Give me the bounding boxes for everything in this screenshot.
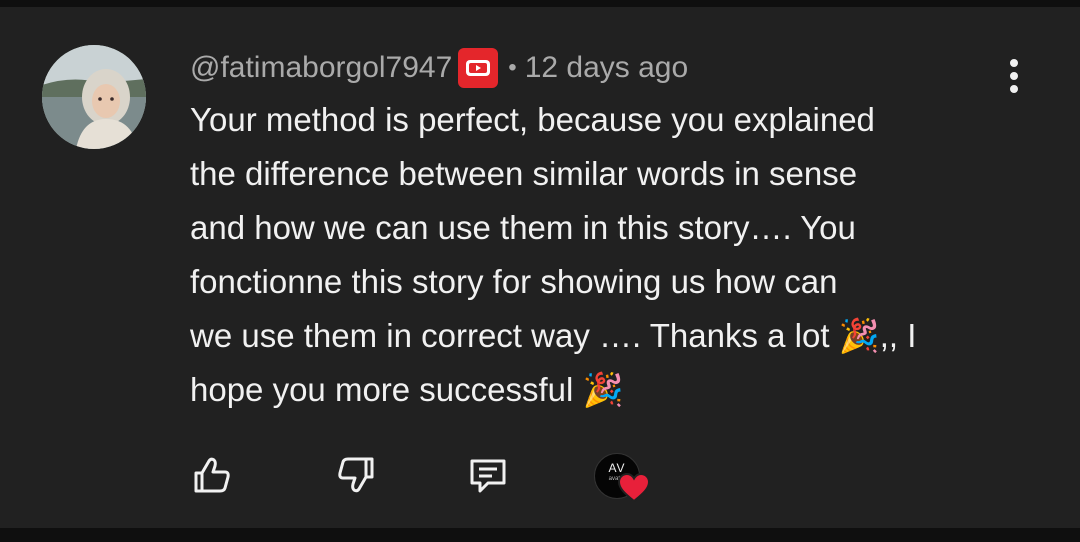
comment-icon <box>470 459 506 493</box>
dislike-button[interactable] <box>334 453 378 497</box>
member-badge <box>458 48 499 88</box>
more-vertical-icon <box>1010 59 1018 67</box>
separator-dot: • <box>508 54 517 81</box>
user-avatar[interactable] <box>42 45 146 149</box>
thumb-down-icon <box>338 457 374 493</box>
thumb-up-icon <box>194 457 230 493</box>
comment-author[interactable]: @fatimaborgol7947 <box>190 51 452 85</box>
more-options-button[interactable] <box>996 53 1032 99</box>
heart-icon <box>618 473 650 503</box>
reply-button[interactable] <box>466 453 510 497</box>
more-vertical-icon-dot <box>1010 85 1018 93</box>
comment-header: @fatimaborgol7947 • 12 days ago <box>190 45 688 91</box>
avatar-photo <box>42 45 146 149</box>
like-button[interactable] <box>190 453 234 497</box>
comment-timestamp[interactable]: 12 days ago <box>525 51 688 85</box>
youtube-play-icon <box>466 60 491 76</box>
comment-card: @fatimaborgol7947 • 12 days ago Your met… <box>0 7 1080 528</box>
comment-text: Your method is perfect, because you expl… <box>190 101 917 408</box>
more-vertical-icon-dot <box>1010 72 1018 80</box>
creator-heart: AV avatar <box>594 453 658 505</box>
